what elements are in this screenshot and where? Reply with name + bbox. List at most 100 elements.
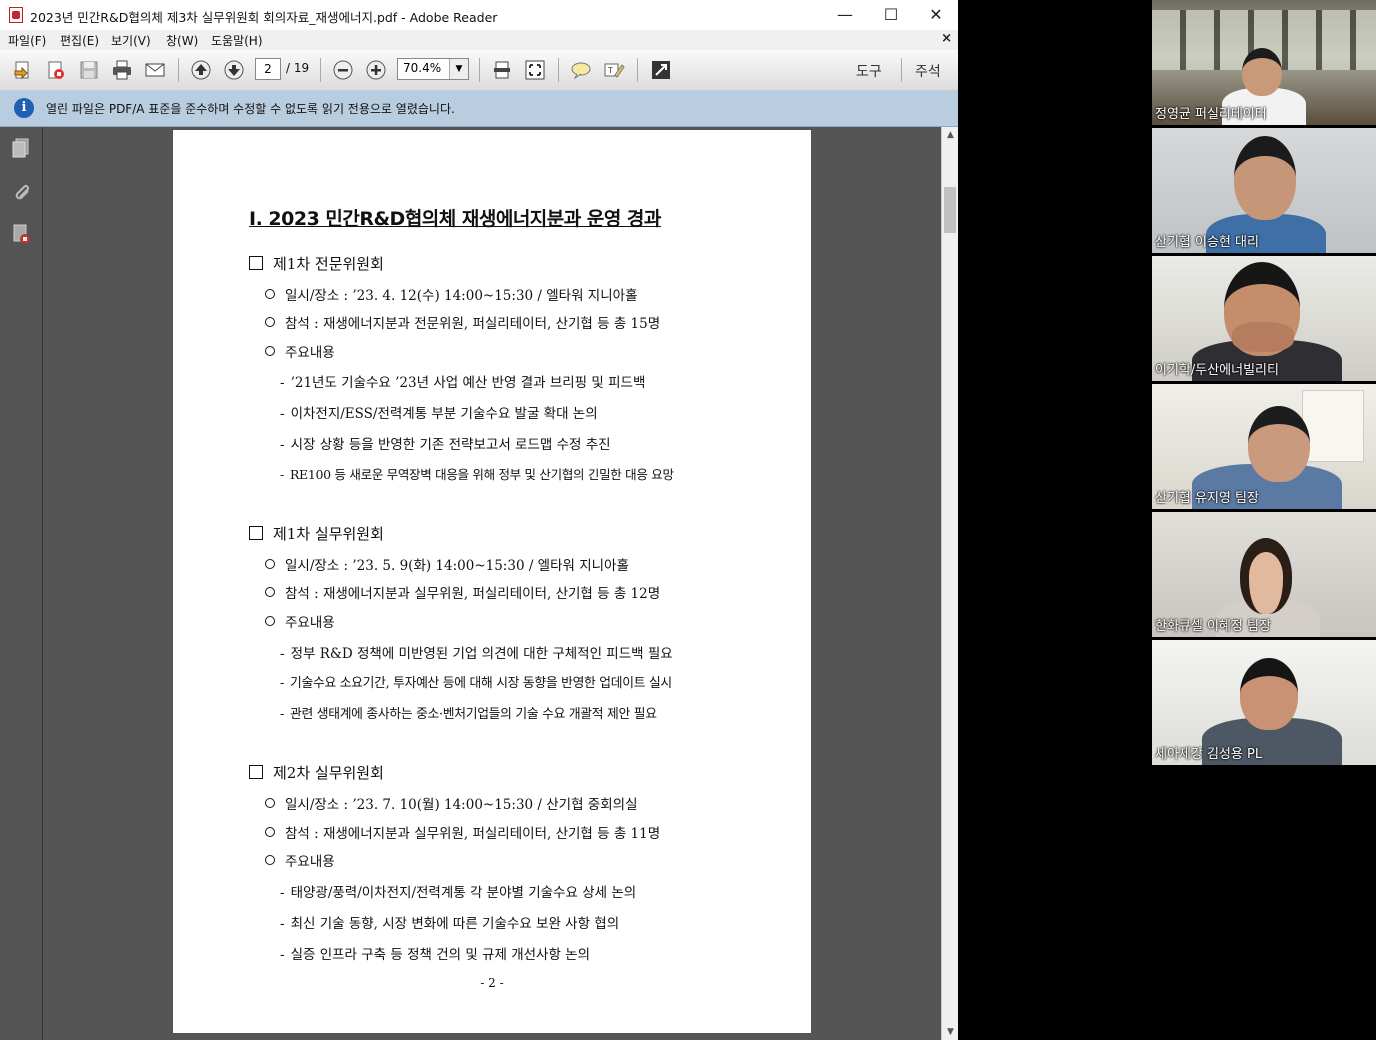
page-total: / 19: [286, 61, 310, 75]
zoom-value: 70.4%: [403, 61, 442, 75]
print-icon[interactable]: [109, 57, 135, 83]
participant-head: [1242, 48, 1282, 96]
document-close-icon[interactable]: ×: [941, 31, 952, 46]
toolbar-separator: [479, 58, 480, 82]
export-pdf-icon[interactable]: [43, 57, 69, 83]
participant-head: [1240, 658, 1298, 730]
scroll-thumb[interactable]: [944, 187, 956, 233]
datetime-line: 일시/장소 : ’23. 7. 10(월) 14:00~15:30 / 산기협 …: [265, 793, 638, 813]
toolbar-separator: [558, 58, 559, 82]
content-item: - 실증 인프라 구축 등 정책 건의 및 규제 개선사항 논의: [280, 947, 591, 963]
pdf-page: Ⅰ. 2023 민간R&D협의체 재생에너지분과 운영 경과 제1차 전문위원회…: [173, 130, 811, 1033]
attendees-line: 참석 : 재생에너지분과 전문위원, 퍼실리테이터, 산기협 등 총 15명: [265, 312, 660, 332]
page-thumbnails-icon[interactable]: [10, 137, 32, 159]
menu-file[interactable]: 파일(F): [8, 32, 46, 49]
participant-video-tile[interactable]: 정영균 퍼실리테이터: [1152, 0, 1376, 125]
circle-bullet-icon: [265, 559, 275, 569]
highlight-icon[interactable]: T: [601, 57, 627, 83]
datetime-line: 일시/장소 : ’23. 4. 12(수) 14:00~15:30 / 엘타워 …: [265, 284, 638, 304]
content-item: - ’21년도 기술수요 ’23년 사업 예산 반영 결과 브리핑 및 피드백: [280, 375, 646, 391]
circle-bullet-icon: [265, 827, 275, 837]
circle-bullet-icon: [265, 798, 275, 808]
attendees-line: 참석 : 재생에너지분과 실무위원, 퍼실리테이터, 산기협 등 총 12명: [265, 582, 660, 602]
content-label: 주요내용: [265, 850, 335, 870]
participant-video-tile[interactable]: 산기협 이승현 대리: [1152, 128, 1376, 253]
maximize-button[interactable]: ☐: [868, 0, 914, 30]
participant-hands: [1232, 322, 1294, 352]
fullscreen-icon[interactable]: [648, 57, 674, 83]
svg-text:T: T: [607, 66, 613, 75]
circle-bullet-icon: [265, 317, 275, 327]
content-item: - 관련 생태계에 종사하는 중소·벤처기업들의 기술 수요 개괄적 제안 필요: [280, 707, 657, 722]
attachments-icon[interactable]: [10, 181, 32, 203]
vertical-scrollbar[interactable]: ▲ ▼: [941, 127, 958, 1040]
window-title: 2023년 민간R&D협의체 제3차 실무위원회 회의자료_재생에너지.pdf …: [30, 10, 498, 25]
circle-bullet-icon: [265, 346, 275, 356]
checkbox-square-icon: [249, 256, 263, 270]
minimize-button[interactable]: —: [822, 0, 868, 30]
info-icon: i: [14, 98, 34, 118]
circle-bullet-icon: [265, 616, 275, 626]
comment-icon[interactable]: [568, 57, 594, 83]
adobe-reader-window: 2023년 민간R&D협의체 제3차 실무위원회 회의자료_재생에너지.pdf …: [0, 0, 958, 1040]
checkbox-square-icon: [249, 526, 263, 540]
menu-edit[interactable]: 편집(E): [60, 32, 99, 49]
scroll-down-icon[interactable]: ▼: [942, 1024, 958, 1040]
zoom-in-icon[interactable]: [363, 57, 389, 83]
toolbar: T: [0, 50, 958, 91]
fit-page-icon[interactable]: [489, 57, 515, 83]
toolbar-separator: [901, 58, 902, 82]
page-number-input[interactable]: 2: [255, 58, 281, 80]
content-item: - 태양광/풍력/이차전지/전력계통 각 분야별 기술수요 상세 논의: [280, 885, 637, 901]
content-item: - RE100 등 새로운 무역장벽 대응을 위해 정부 및 산기협의 긴밀한 대…: [280, 467, 674, 482]
email-icon[interactable]: [142, 57, 168, 83]
info-message: 열린 파일은 PDF/A 표준을 준수하며 수정할 수 없도록 읽기 전용으로 …: [46, 102, 455, 116]
attendees-line: 참석 : 재생에너지분과 실무위원, 퍼실리테이터, 산기협 등 총 11명: [265, 822, 660, 842]
previous-page-icon[interactable]: [188, 57, 214, 83]
content-label: 주요내용: [265, 341, 335, 361]
save-icon[interactable]: [76, 57, 102, 83]
participant-video-tile[interactable]: 한화큐셀 이혜정 팀장: [1152, 512, 1376, 637]
next-page-icon[interactable]: [221, 57, 247, 83]
page-number-footer: - 2 -: [480, 976, 504, 990]
participant-name: 세아제강 김성용 PL: [1155, 747, 1263, 762]
fit-width-icon[interactable]: [522, 57, 548, 83]
pdf-app-icon: [9, 7, 23, 23]
participant-name: 정영균 퍼실리테이터: [1155, 107, 1267, 122]
zoom-dropdown-icon[interactable]: ▼: [449, 59, 468, 79]
content-item: - 시장 상황 등을 반영한 기존 전략보고서 로드맵 수정 추진: [280, 437, 611, 453]
menu-window[interactable]: 창(W): [166, 32, 198, 49]
participant-video-tile[interactable]: 이기학/두산에너빌리티: [1152, 256, 1376, 381]
datetime-line: 일시/장소 : ’23. 5. 9(화) 14:00~15:30 / 엘타워 지…: [265, 554, 629, 574]
section-heading: 제1차 실무위원회: [249, 523, 384, 544]
content-item: - 이차전지/ESS/전력계통 부분 기술수요 발굴 확대 논의: [280, 406, 598, 422]
zoom-select[interactable]: 70.4% ▼: [397, 58, 469, 80]
comment-pane-button[interactable]: 주석: [915, 61, 941, 81]
participant-name: 이기학/두산에너빌리티: [1155, 363, 1279, 378]
content-item: - 정부 R&D 정책에 미반영된 기업 의견에 대한 구체적인 피드백 필요: [280, 646, 673, 662]
create-pdf-icon[interactable]: [10, 57, 36, 83]
participant-head: [1240, 538, 1292, 614]
signatures-icon[interactable]: [10, 223, 32, 245]
pdfa-info-bar: i 열린 파일은 PDF/A 표준을 준수하며 수정할 수 없도록 읽기 전용으…: [0, 90, 958, 127]
circle-bullet-icon: [265, 289, 275, 299]
zoom-out-icon[interactable]: [330, 57, 356, 83]
scroll-up-icon[interactable]: ▲: [942, 127, 958, 143]
section-heading: 제2차 실무위원회: [249, 762, 384, 783]
title-bar: 2023년 민간R&D협의체 제3차 실무위원회 회의자료_재생에너지.pdf …: [0, 0, 958, 30]
menu-bar: 파일(F) 편집(E) 보기(V) 창(W) 도움말(H) ×: [0, 30, 958, 50]
navigation-panel: [0, 127, 43, 1040]
content-label: 주요내용: [265, 611, 335, 631]
participant-name: 한화큐셀 이혜정 팀장: [1155, 619, 1271, 634]
close-button[interactable]: ✕: [913, 0, 958, 30]
circle-bullet-icon: [265, 587, 275, 597]
participant-name: 산기협 이승현 대리: [1155, 235, 1259, 250]
participant-video-tile[interactable]: 세아제강 김성용 PL: [1152, 640, 1376, 765]
menu-view[interactable]: 보기(V): [111, 32, 151, 49]
participant-name: 산기협 유지영 팀장: [1155, 491, 1259, 506]
content-item: - 기술수요 소요기간, 투자예산 등에 대해 시장 동향을 반영한 업데이트 실…: [280, 676, 672, 691]
content-item: - 최신 기술 동향, 시장 변화에 따른 기술수요 보완 사항 협의: [280, 916, 620, 932]
participant-video-tile[interactable]: 산기협 유지영 팀장: [1152, 384, 1376, 509]
tools-pane-button[interactable]: 도구: [856, 61, 882, 81]
menu-help[interactable]: 도움말(H): [211, 32, 263, 49]
